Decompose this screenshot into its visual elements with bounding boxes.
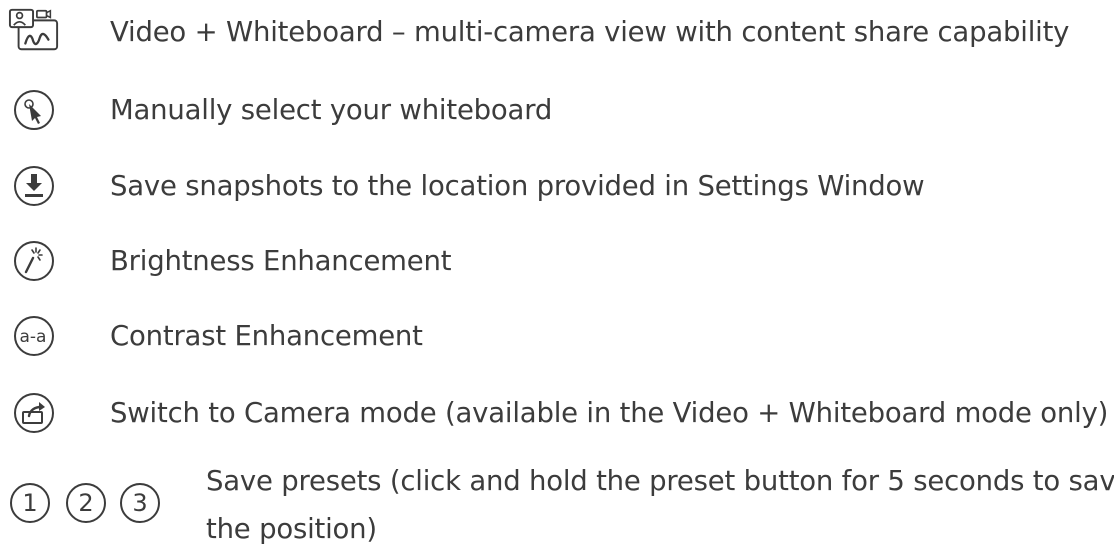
preset-1-label: 1 [22,489,38,517]
legend-row-switch-camera: Switch to Camera mode (available in the … [0,391,1114,435]
switch-camera-icon [8,387,60,439]
preset-3-label: 3 [132,489,148,517]
legend-label-contrast: Contrast Enhancement [110,320,423,352]
legend-label-brightness: Brightness Enhancement [110,245,452,277]
video-whiteboard-icon [8,4,60,56]
contrast-icon-text: a-a [20,327,47,347]
legend-label-manual-select: Manually select your whiteboard [110,94,553,126]
legend-row-manual-select: Manually select your whiteboard [0,88,1114,132]
presets-label-line-1: Save presets (click and hold the preset … [206,465,1114,497]
legend-row-video-whiteboard: Video + Whiteboard – multi-camera view w… [0,8,1114,54]
legend-label-save-snapshots: Save snapshots to the location provided … [110,170,925,202]
preset-buttons: 1 2 3 [8,481,168,525]
preset-2-label: 2 [78,489,94,517]
legend-label-presets: Save presets (click and hold the preset … [206,457,1114,553]
legend-label-switch-camera: Switch to Camera mode (available in the … [110,397,1109,429]
legend-row-save-snapshots: Save snapshots to the location provided … [0,164,1114,208]
cursor-select-icon [8,84,60,136]
download-icon [8,160,60,212]
legend-label-video-whiteboard: Video + Whiteboard – multi-camera view w… [110,16,1070,48]
legend-row-brightness: Brightness Enhancement [0,239,1114,283]
contrast-icon: a-a [8,310,60,362]
magic-wand-icon [8,235,60,287]
icon-legend: Video + Whiteboard – multi-camera view w… [0,0,1114,546]
legend-row-contrast: a-a Contrast Enhancement [0,314,1114,358]
